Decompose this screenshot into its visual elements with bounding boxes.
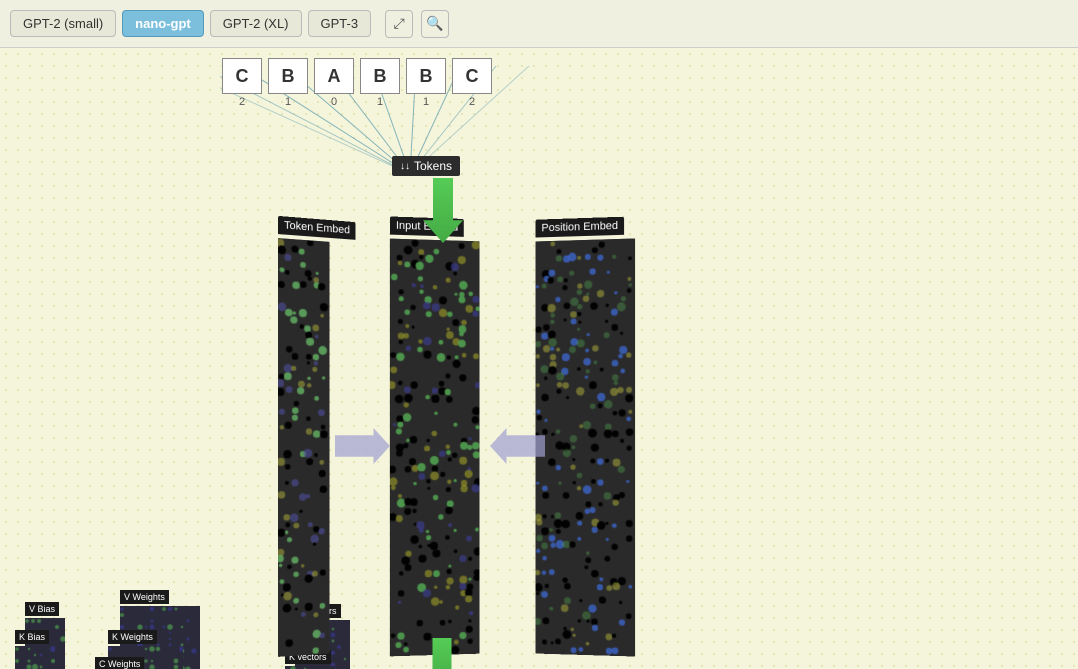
- token-number-5: 2: [469, 96, 475, 108]
- token-number-0: 2: [239, 96, 245, 108]
- token-row: C 2 B 1 A 0 B 1 B 1 C 2: [220, 58, 494, 108]
- token-number-3: 1: [377, 96, 383, 108]
- token-to-input-arrow: [335, 428, 390, 464]
- position-embed-canvas: [536, 238, 636, 656]
- tab-nano-gpt[interactable]: nano-gpt: [122, 10, 204, 37]
- k-bias-label: K Bias: [15, 630, 49, 644]
- v-weights-label: V Weights: [120, 590, 169, 604]
- token-number-1: 1: [285, 96, 291, 108]
- input-embed-canvas: [390, 239, 480, 657]
- token-embed-canvas: [278, 238, 329, 657]
- token-chip-0: C 2: [220, 58, 264, 108]
- c-weights-label: C Weights: [95, 657, 144, 669]
- tab-gpt2-xl[interactable]: GPT-2 (XL): [210, 10, 302, 37]
- token-chip-4: B 1: [404, 58, 448, 108]
- token-letter-4: B: [406, 58, 446, 94]
- token-chip-2: A 0: [312, 58, 356, 108]
- token-embed-panel[interactable]: Token Embed: [278, 238, 329, 657]
- token-letter-5: C: [452, 58, 492, 94]
- k-bias-canvas: [15, 646, 55, 669]
- input-embed-panel[interactable]: Input Embed: [390, 239, 480, 657]
- token-letter-1: B: [268, 58, 308, 94]
- tokens-text: Tokens: [414, 159, 452, 173]
- position-embed-panel[interactable]: Position Embed: [536, 238, 636, 656]
- toolbar: GPT-2 (small) nano-gpt GPT-2 (XL) GPT-3 …: [0, 0, 1078, 48]
- k-bias-panel: K Bias: [15, 646, 55, 669]
- token-letter-0: C: [222, 58, 262, 94]
- token-chip-3: B 1: [358, 58, 402, 108]
- expand-icon[interactable]: ⤢: [385, 10, 413, 38]
- tab-gpt2-small[interactable]: GPT-2 (small): [10, 10, 116, 37]
- token-embed-label: Token Embed: [278, 216, 356, 240]
- tab-gpt3[interactable]: GPT-3: [308, 10, 372, 37]
- token-chip-5: C 2: [450, 58, 494, 108]
- k-weights-label: K Weights: [108, 630, 157, 644]
- main-canvas: C 2 B 1 A 0 B 1 B 1 C 2 Tokens Token Emb…: [0, 48, 1078, 669]
- token-letter-3: B: [360, 58, 400, 94]
- tokens-label: Tokens: [392, 156, 460, 176]
- token-chip-1: B 1: [266, 58, 310, 108]
- toolbar-icons: ⤢ 🔍: [385, 10, 449, 38]
- token-number-4: 1: [423, 96, 429, 108]
- token-number-2: 0: [331, 96, 337, 108]
- position-embed-label: Position Embed: [536, 217, 625, 238]
- v-bias-label: V Bias: [25, 602, 59, 616]
- search-icon[interactable]: 🔍: [421, 10, 449, 38]
- token-letter-2: A: [314, 58, 354, 94]
